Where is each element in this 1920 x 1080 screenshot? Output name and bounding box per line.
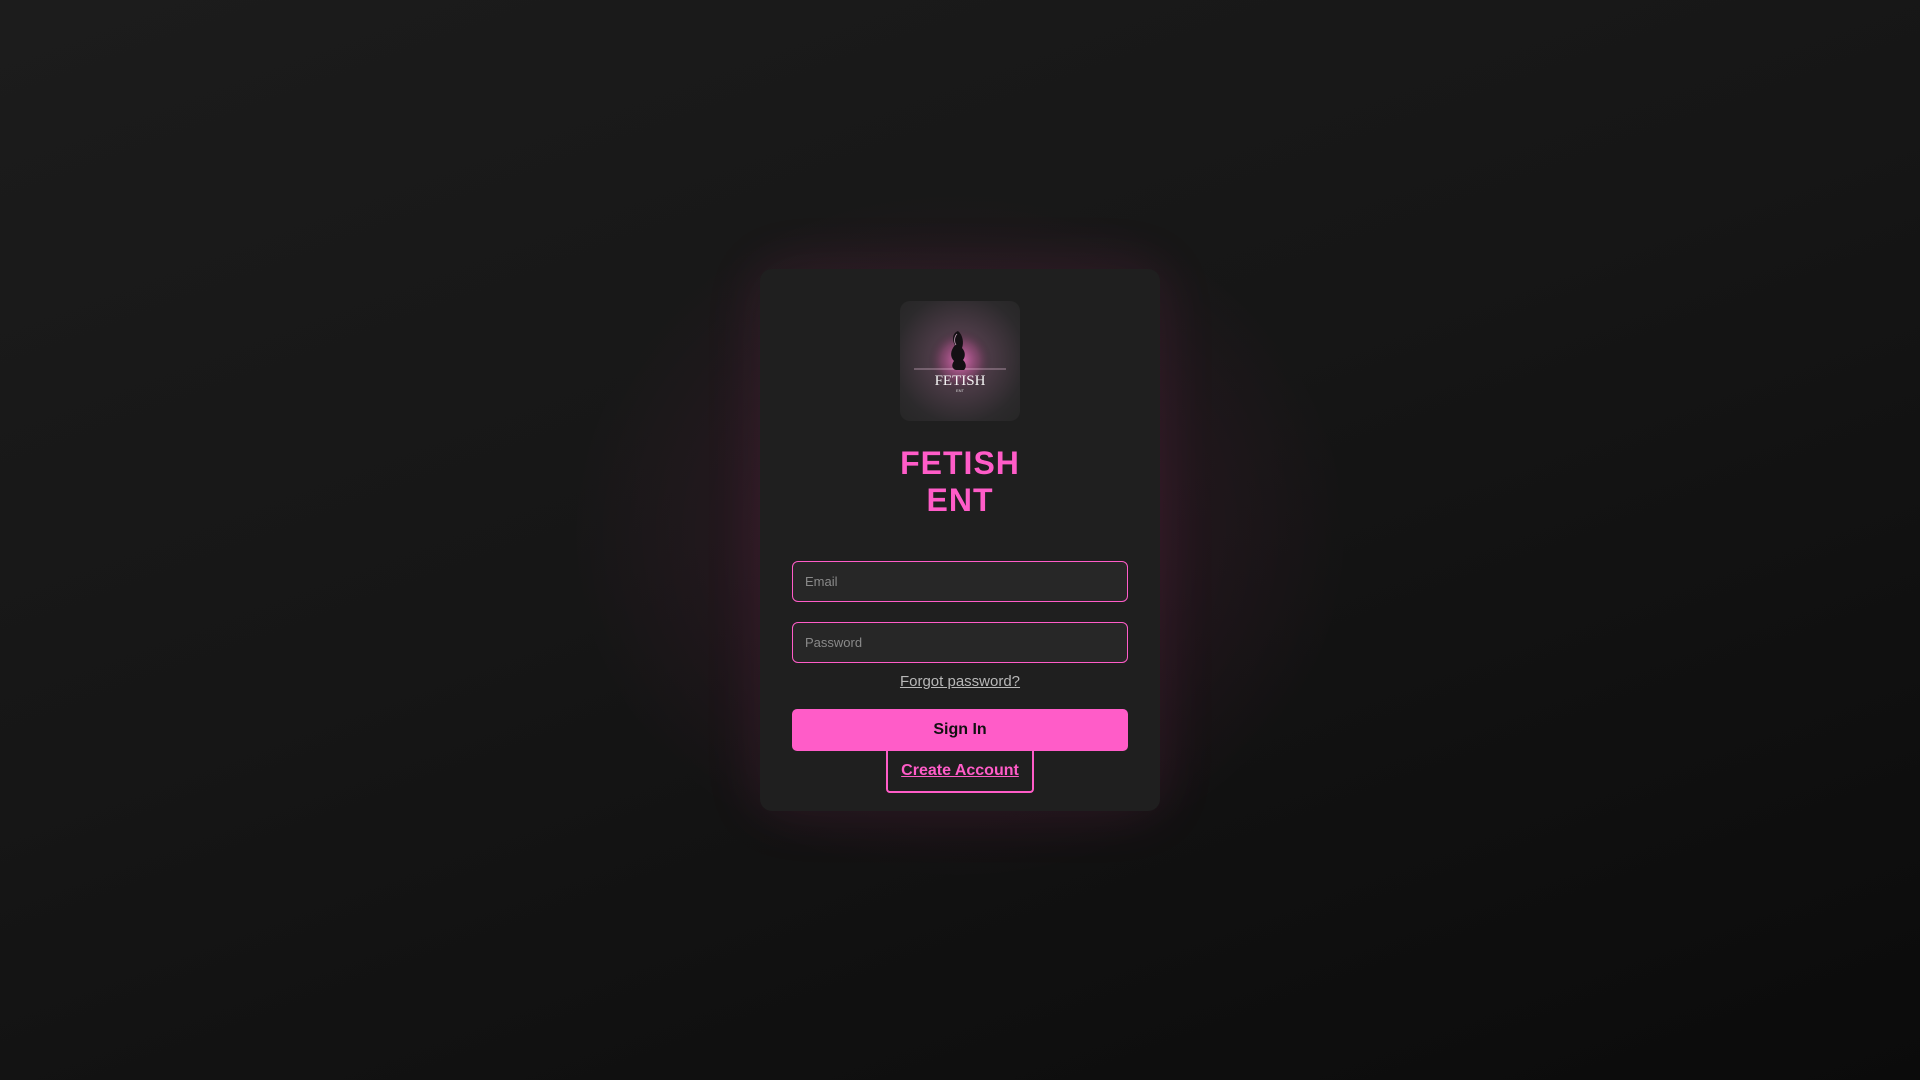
create-account-button[interactable]: Create Account — [886, 751, 1034, 793]
brand-title-line1: FETISH — [900, 445, 1020, 481]
brand-title: FETISH ENT — [890, 445, 1030, 519]
brand-logo: FETISH ENT — [900, 301, 1020, 421]
brand-logo-text: FETISH — [935, 373, 986, 389]
forgot-password-link[interactable]: Forgot password? — [900, 673, 1020, 690]
login-card: FETISH ENT FETISH ENT Forgot password? S… — [760, 269, 1160, 811]
brand-logo-icon: FETISH ENT — [914, 319, 1006, 399]
brand-logo-subtext: ENT — [956, 388, 965, 393]
email-input[interactable] — [792, 561, 1128, 602]
password-input[interactable] — [792, 622, 1128, 663]
sign-in-button[interactable]: Sign In — [792, 709, 1128, 751]
brand-title-line2: ENT — [926, 482, 994, 518]
